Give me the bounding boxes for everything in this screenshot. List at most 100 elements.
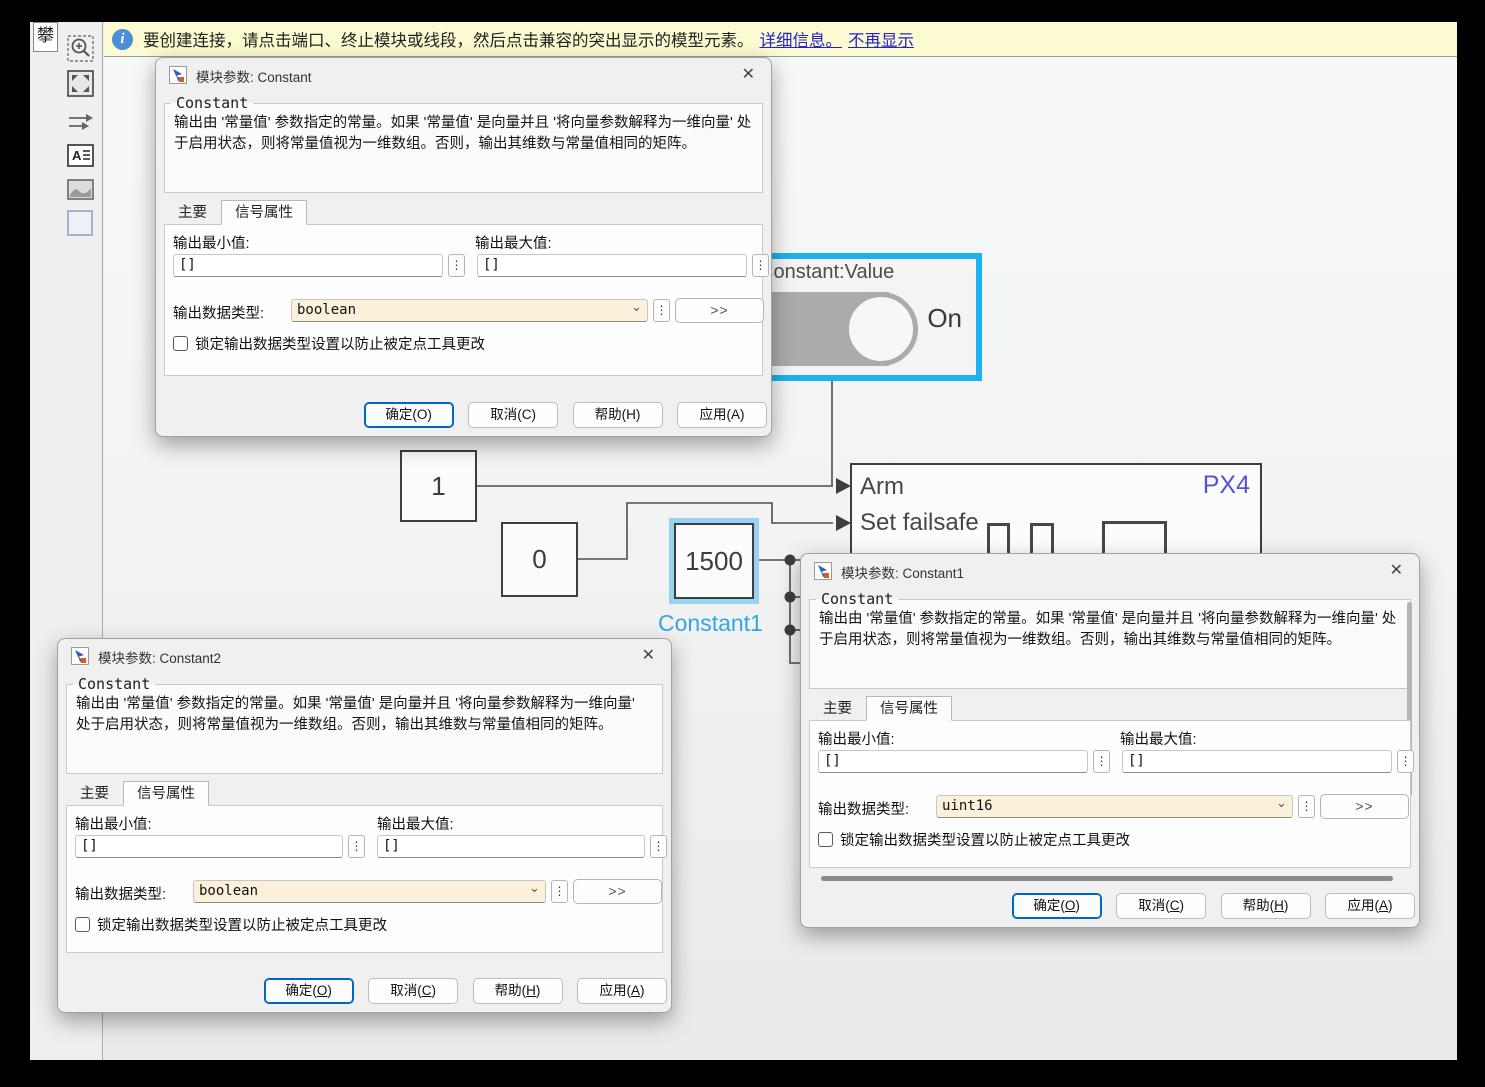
- checkbox-icon[interactable]: [818, 832, 833, 847]
- help-button[interactable]: 帮助(H): [573, 402, 663, 428]
- tab-main[interactable]: 主要: [164, 200, 221, 225]
- ok-button[interactable]: 确定(O): [1012, 893, 1102, 919]
- constant-block-1500[interactable]: 1500: [674, 523, 754, 599]
- output-dtype-label: 输出数据类型:: [75, 883, 166, 904]
- apply-button[interactable]: 应用(A): [677, 402, 767, 428]
- chevron-down-icon: ⌄: [529, 880, 540, 896]
- output-max-input[interactable]: []: [1122, 750, 1392, 773]
- toggle-knob[interactable]: [844, 292, 918, 366]
- signal-attributes-panel: 输出最小值: 输出最大值: [] ⋮ [] ⋮ 输出数据类型: boolean …: [164, 224, 763, 376]
- output-max-label: 输出最大值:: [475, 232, 552, 253]
- constant-groupbox: Constant 输出由 '常量值' 参数指定的常量。如果 '常量值' 是向量并…: [66, 675, 663, 774]
- tab-signal-attributes[interactable]: 信号属性: [866, 696, 952, 721]
- output-dtype-dropdown[interactable]: uint16: [936, 795, 1293, 818]
- constant-block-one[interactable]: 1: [400, 450, 477, 522]
- constant-zero-value: 0: [532, 544, 546, 575]
- toggle-state: On: [927, 303, 962, 334]
- block-params-dialog-constant2: 模块参数: Constant2 ✕ Constant 输出由 '常量值' 参数指…: [57, 638, 672, 1013]
- output-min-input[interactable]: []: [173, 254, 443, 277]
- output-min-label: 输出最小值:: [818, 728, 895, 749]
- constant-block-zero[interactable]: 0: [501, 522, 578, 597]
- dialog-titlebar[interactable]: 模块参数: Constant ✕: [156, 58, 771, 90]
- output-min-input[interactable]: []: [75, 835, 343, 858]
- dialog-titlebar[interactable]: 模块参数: Constant2 ✕: [58, 639, 671, 671]
- dialog-titlebar[interactable]: 模块参数: Constant1 ✕: [801, 554, 1419, 586]
- ok-button[interactable]: 确定(O): [264, 978, 354, 1004]
- min-options-button[interactable]: ⋮: [1093, 750, 1110, 773]
- tab-main[interactable]: 主要: [66, 781, 123, 806]
- output-dtype-label: 输出数据类型:: [818, 798, 909, 819]
- block-params-dialog-constant: 模块参数: Constant ✕ Constant 输出由 '常量值' 参数指定…: [155, 57, 772, 437]
- constant-one-value: 1: [431, 471, 445, 502]
- output-dtype-label: 输出数据类型:: [173, 302, 264, 323]
- groupbox-legend: Constant: [73, 675, 155, 693]
- min-options-button[interactable]: ⋮: [348, 835, 365, 858]
- dialog-title: 模块参数: Constant1: [841, 562, 964, 582]
- horizontal-scrollbar[interactable]: [821, 876, 1393, 881]
- apply-button[interactable]: 应用(A): [1325, 893, 1415, 919]
- cancel-button[interactable]: 取消(C): [468, 402, 558, 428]
- output-min-input[interactable]: []: [818, 750, 1088, 773]
- block-params-dialog-constant1: 模块参数: Constant1 ✕ Constant 输出由 '常量值' 参数指…: [800, 553, 1420, 928]
- dialog-title: 模块参数: Constant: [196, 66, 312, 86]
- constant-1500-value: 1500: [685, 546, 743, 577]
- output-max-input[interactable]: []: [477, 254, 747, 277]
- groupbox-legend: Constant: [816, 590, 898, 608]
- max-options-button[interactable]: ⋮: [752, 254, 769, 277]
- tab-main[interactable]: 主要: [809, 696, 866, 721]
- max-options-button[interactable]: ⋮: [1397, 750, 1414, 773]
- expand-dtype-button[interactable]: >>: [1320, 794, 1409, 819]
- checkbox-icon[interactable]: [173, 336, 188, 351]
- max-options-button[interactable]: ⋮: [650, 835, 667, 858]
- simulink-block-icon: [814, 562, 832, 580]
- min-options-button[interactable]: ⋮: [448, 254, 465, 277]
- close-icon[interactable]: ✕: [1390, 560, 1403, 579]
- constant-groupbox: Constant 输出由 '常量值' 参数指定的常量。如果 '常量值' 是向量并…: [164, 94, 763, 193]
- tab-signal-attributes[interactable]: 信号属性: [221, 200, 307, 225]
- px4-port-arm: Arm: [860, 473, 904, 501]
- toggle-switch-block[interactable]: Constant:Value On: [745, 253, 982, 381]
- output-dtype-dropdown[interactable]: boolean: [193, 880, 546, 903]
- output-max-input[interactable]: []: [377, 835, 645, 858]
- dialog-title: 模块参数: Constant2: [98, 647, 221, 667]
- tab-signal-attributes[interactable]: 信号属性: [123, 781, 209, 806]
- dtype-options-button[interactable]: ⋮: [1298, 795, 1315, 818]
- help-button[interactable]: 帮助(H): [1221, 893, 1311, 919]
- chevron-down-icon: ⌄: [631, 299, 642, 315]
- failsafe-port-arrow: [836, 515, 851, 531]
- px4-pwm-block[interactable]: Arm Set failsafe PX4: [850, 463, 1262, 557]
- constant-groupbox: Constant 输出由 '常量值' 参数指定的常量。如果 '常量值' 是向量并…: [809, 590, 1411, 689]
- pwm-pulse-icon: [1102, 521, 1167, 557]
- output-dtype-dropdown[interactable]: boolean: [291, 299, 648, 322]
- lock-dtype-checkbox[interactable]: 锁定输出数据类型设置以防止被定点工具更改: [818, 829, 1130, 850]
- help-button[interactable]: 帮助(H): [473, 978, 563, 1004]
- lock-dtype-label: 锁定输出数据类型设置以防止被定点工具更改: [840, 829, 1130, 850]
- output-max-label: 输出最大值:: [377, 813, 454, 834]
- px4-brand-text: PX4: [1203, 471, 1250, 500]
- dtype-options-button[interactable]: ⋮: [653, 299, 670, 322]
- block-description: 输出由 '常量值' 参数指定的常量。如果 '常量值' 是向量并且 '将向量参数解…: [165, 112, 762, 154]
- lock-dtype-checkbox[interactable]: 锁定输出数据类型设置以防止被定点工具更改: [173, 333, 485, 354]
- checkbox-icon[interactable]: [75, 917, 90, 932]
- close-icon[interactable]: ✕: [742, 64, 755, 83]
- simulink-block-icon: [169, 66, 187, 84]
- ok-button[interactable]: 确定(O): [364, 402, 454, 428]
- block-description: 输出由 '常量值' 参数指定的常量。如果 '常量值' 是向量并且 '将向量参数解…: [810, 608, 1410, 650]
- px4-port-failsafe: Set failsafe: [860, 509, 979, 537]
- apply-button[interactable]: 应用(A): [577, 978, 667, 1004]
- expand-dtype-button[interactable]: >>: [573, 879, 662, 904]
- cancel-button[interactable]: 取消(C): [1116, 893, 1206, 919]
- close-icon[interactable]: ✕: [642, 645, 655, 664]
- lock-dtype-checkbox[interactable]: 锁定输出数据类型设置以防止被定点工具更改: [75, 914, 387, 935]
- cancel-button[interactable]: 取消(C): [368, 978, 458, 1004]
- simulink-block-icon: [71, 647, 89, 665]
- groupbox-legend: Constant: [171, 94, 253, 112]
- output-min-label: 输出最小值:: [173, 232, 250, 253]
- lock-dtype-label: 锁定输出数据类型设置以防止被定点工具更改: [97, 914, 387, 935]
- dtype-options-button[interactable]: ⋮: [551, 880, 568, 903]
- expand-dtype-button[interactable]: >>: [675, 298, 764, 323]
- arm-port-arrow: [836, 478, 851, 494]
- constant1-block-label[interactable]: Constant1: [658, 610, 763, 637]
- chevron-down-icon: ⌄: [1276, 795, 1287, 811]
- output-max-label: 输出最大值:: [1120, 728, 1197, 749]
